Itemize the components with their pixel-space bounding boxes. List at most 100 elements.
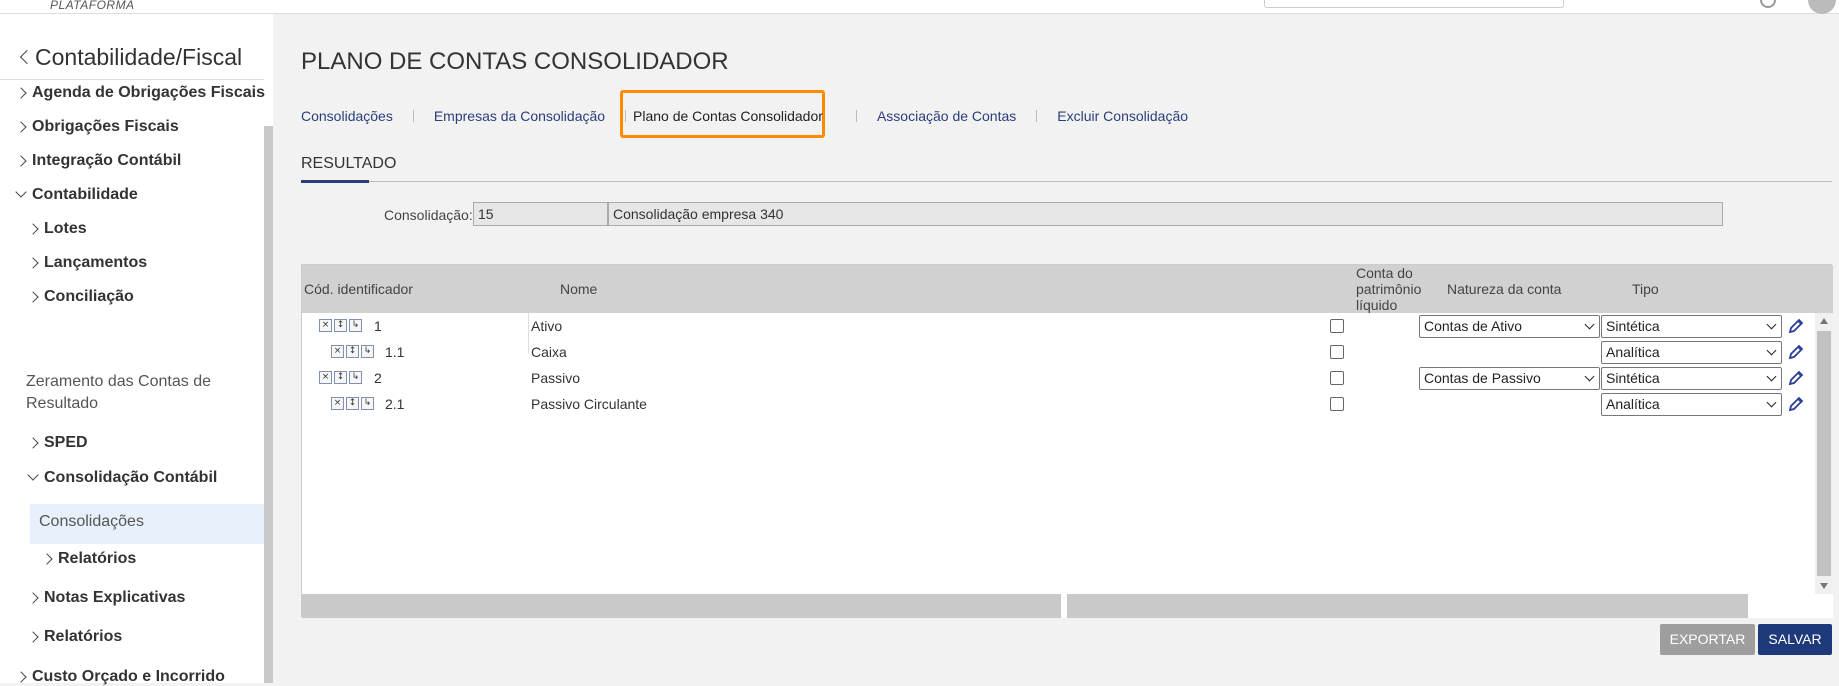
row-name[interactable]: Caixa — [531, 344, 567, 360]
table-row[interactable]: × ↕ ↳ 2.1 Passivo Circulante Analítica — [302, 391, 1815, 417]
sidebar-item-notas-explicativas[interactable]: Notas Explicativas — [27, 589, 185, 607]
consolidacao-name-field: Consolidação empresa 340 — [608, 202, 1723, 226]
add-child-icon[interactable]: ↳ — [349, 319, 362, 332]
sidebar-item-sped[interactable]: SPED — [27, 434, 88, 452]
chevron-right-icon — [15, 87, 27, 99]
save-button[interactable]: SALVAR — [1758, 624, 1832, 655]
help-icon[interactable] — [1760, 0, 1776, 8]
sidebar-item-relatorios[interactable]: Relatórios — [27, 628, 122, 646]
sidebar-item-consolidacao-contabil[interactable]: Consolidação Contábil — [27, 469, 217, 487]
tab-separator — [412, 110, 414, 122]
tab-separator — [1036, 110, 1038, 122]
tipo-select[interactable]: Analítica — [1601, 341, 1782, 364]
table-row[interactable]: × ↕ ↳ 2 Passivo Contas de Passivo Sintét… — [302, 365, 1815, 391]
scroll-down-icon[interactable] — [1820, 583, 1828, 589]
sidebar-item-zeramento[interactable]: Zeramento das Contas de Resultado — [26, 371, 246, 415]
move-row-icon[interactable]: ↕ — [334, 371, 347, 384]
sidebar-item-consolidacoes[interactable]: Consolidações — [30, 504, 264, 544]
chevron-down-icon — [1766, 345, 1777, 356]
delete-row-icon[interactable]: × — [331, 345, 344, 358]
chevron-right-icon — [15, 121, 27, 133]
chevron-down-icon — [15, 186, 27, 198]
add-child-icon[interactable]: ↳ — [349, 371, 362, 384]
add-child-icon[interactable]: ↳ — [361, 397, 374, 410]
sidebar-item-conciliacao[interactable]: Conciliação — [27, 288, 134, 306]
chevron-right-icon — [41, 553, 53, 565]
sidebar-item-obrigacoes-fiscais[interactable]: Obrigações Fiscais — [15, 118, 179, 136]
chevron-right-icon — [27, 631, 39, 643]
tab-associacao-contas[interactable]: Associação de Contas — [877, 108, 1016, 124]
sidebar-item-relatorios-consolidacao[interactable]: Relatórios — [41, 550, 136, 568]
patrimonio-checkbox[interactable] — [1330, 345, 1344, 359]
row-name[interactable]: Passivo — [531, 370, 580, 386]
scroll-up-icon[interactable] — [1820, 318, 1828, 324]
table-row[interactable]: × ↕ ↳ 1 Ativo Contas de Ativo Sintética — [302, 313, 1815, 339]
chevron-right-icon — [15, 155, 27, 167]
sidebar-item-agenda-obrigacoes[interactable]: Agenda de Obrigações Fiscais — [15, 84, 265, 102]
sidebar: Contabilidade/Fiscal Agenda de Obrigaçõe… — [0, 14, 273, 686]
tab-empresas-consolidacao[interactable]: Empresas da Consolidação — [434, 108, 605, 124]
header-patrimonio[interactable]: Conta do patrimônio líquido — [1356, 265, 1426, 313]
edit-pencil-icon[interactable] — [1787, 369, 1805, 387]
edit-pencil-icon[interactable] — [1787, 343, 1805, 361]
add-child-icon[interactable]: ↳ — [361, 345, 374, 358]
chevron-right-icon — [27, 257, 39, 269]
tipo-select[interactable]: Analítica — [1601, 393, 1782, 416]
header-natureza[interactable]: Natureza da conta — [1447, 281, 1561, 297]
sidebar-title[interactable]: Contabilidade/Fiscal — [19, 44, 242, 71]
move-row-icon[interactable]: ↕ — [334, 319, 347, 332]
section-divider — [301, 181, 1832, 182]
chevron-right-icon — [27, 592, 39, 604]
sidebar-item-lotes[interactable]: Lotes — [27, 220, 87, 238]
natureza-select[interactable]: Contas de Passivo — [1419, 367, 1600, 390]
sidebar-scrollbar[interactable] — [264, 126, 273, 683]
tab-plano-contas-consolidador[interactable]: Plano de Contas Consolidador — [633, 108, 823, 124]
sidebar-divider — [0, 79, 264, 80]
accounts-grid: Cód. identificador Nome Conta do patrimô… — [301, 264, 1833, 618]
delete-row-icon[interactable]: × — [331, 397, 344, 410]
sidebar-item-contabilidade[interactable]: Contabilidade — [15, 186, 138, 204]
row-name[interactable]: Passivo Circulante — [531, 396, 647, 412]
tab-consolidacoes[interactable]: Consolidações — [301, 108, 393, 124]
tab-excluir-consolidacao[interactable]: Excluir Consolidação — [1057, 108, 1188, 124]
chevron-right-icon — [27, 223, 39, 235]
header-nome[interactable]: Nome — [560, 281, 597, 297]
natureza-select[interactable]: Contas de Ativo — [1419, 315, 1600, 338]
chevron-down-icon — [1584, 371, 1595, 382]
consolidacao-label: Consolidação: — [384, 207, 473, 223]
patrimonio-checkbox[interactable] — [1330, 371, 1344, 385]
patrimonio-checkbox[interactable] — [1330, 397, 1344, 411]
move-row-icon[interactable]: ↕ — [346, 397, 359, 410]
global-search-input[interactable] — [1264, 0, 1564, 8]
table-row[interactable]: × ↕ ↳ 1.1 Caixa Analítica — [302, 339, 1815, 365]
footer-corner — [1748, 594, 1833, 618]
footer-gap — [1061, 594, 1067, 618]
scroll-thumb[interactable] — [1817, 331, 1831, 576]
header-tipo[interactable]: Tipo — [1632, 281, 1659, 297]
row-code: 2.1 — [385, 396, 405, 412]
grid-vertical-scrollbar[interactable] — [1815, 313, 1833, 594]
sidebar-item-lancamentos[interactable]: Lançamentos — [27, 254, 147, 272]
section-underline — [301, 180, 369, 183]
edit-pencil-icon[interactable] — [1787, 395, 1805, 413]
row-code: 2 — [374, 370, 382, 386]
export-button[interactable]: EXPORTAR — [1660, 624, 1755, 655]
patrimonio-checkbox[interactable] — [1330, 319, 1344, 333]
row-name[interactable]: Ativo — [531, 318, 562, 334]
user-avatar[interactable] — [1808, 0, 1836, 14]
chevron-down-icon — [1766, 371, 1777, 382]
tipo-select[interactable]: Sintética — [1601, 315, 1782, 338]
tipo-select[interactable]: Sintética — [1601, 367, 1782, 390]
chevron-down-icon — [1766, 397, 1777, 408]
grid-footer — [302, 594, 1833, 618]
move-row-icon[interactable]: ↕ — [346, 345, 359, 358]
grid-header: Cód. identificador Nome Conta do patrimô… — [302, 265, 1833, 313]
sidebar-item-custo-orcado[interactable]: Custo Orçado e Incorrido — [15, 668, 225, 686]
sidebar-item-integracao-contabil[interactable]: Integração Contábil — [15, 152, 181, 170]
edit-pencil-icon[interactable] — [1787, 317, 1805, 335]
delete-row-icon[interactable]: × — [319, 319, 332, 332]
row-code: 1 — [374, 318, 382, 334]
delete-row-icon[interactable]: × — [319, 371, 332, 384]
header-codigo[interactable]: Cód. identificador — [304, 281, 413, 297]
consolidacao-code-field: 15 — [473, 202, 608, 226]
